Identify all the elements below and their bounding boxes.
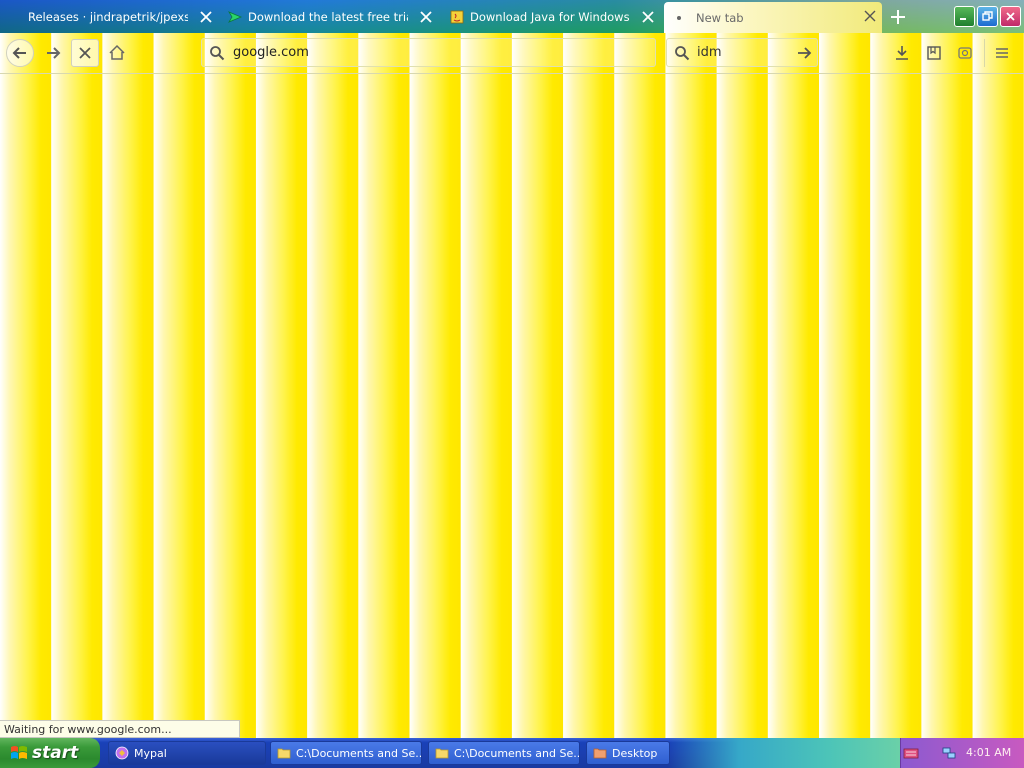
taskbar-item-label: Desktop	[612, 746, 658, 760]
taskbar: start Mypal C:\Documents and Se... C:\Do…	[0, 738, 1024, 768]
network-icon[interactable]	[941, 745, 957, 761]
close-icon[interactable]	[862, 8, 878, 24]
menu-icon	[996, 48, 1008, 58]
minimize-button[interactable]	[954, 6, 975, 27]
java-icon	[450, 10, 464, 24]
keyboard-icon[interactable]	[903, 745, 919, 761]
page-content	[0, 74, 1024, 738]
menu-button[interactable]	[992, 43, 1012, 63]
start-label: start	[32, 743, 79, 763]
extension-button[interactable]	[955, 43, 975, 63]
restore-button[interactable]	[977, 6, 998, 27]
plus-icon	[891, 10, 905, 24]
home-button[interactable]	[103, 39, 131, 67]
folder-icon	[277, 748, 291, 759]
browser-window: Releases · jindrapetrik/jpexs-decompiler…	[0, 0, 1024, 768]
taskbar-item-folder[interactable]: C:\Documents and Se...	[428, 741, 580, 765]
bookmarks-icon	[927, 46, 941, 60]
search-box[interactable]: idm	[666, 38, 818, 67]
clock: 4:01 AM	[966, 746, 1012, 759]
idm-icon	[228, 10, 242, 24]
taskbar-item-desktop[interactable]: Desktop	[586, 741, 670, 765]
folder-icon	[435, 748, 449, 759]
address-text[interactable]: google.com	[233, 45, 309, 60]
tab-title: Releases · jindrapetrik/jpexs-decompiler	[28, 10, 188, 24]
toolbar-separator	[984, 39, 985, 67]
search-icon	[209, 45, 225, 61]
search-icon	[674, 45, 690, 61]
download-button[interactable]	[892, 43, 912, 63]
stop-button[interactable]	[71, 39, 99, 67]
arrow-right-icon	[798, 47, 812, 59]
new-tab-button[interactable]	[887, 6, 909, 28]
tab-new-tab[interactable]: New tab	[664, 2, 882, 33]
tab-strip: Releases · jindrapetrik/jpexs-decompiler…	[0, 0, 1024, 33]
address-bar[interactable]: google.com	[201, 38, 656, 67]
tab-title: New tab	[696, 10, 744, 25]
close-icon[interactable]	[418, 9, 434, 25]
window-close-button[interactable]	[1000, 6, 1021, 27]
tab-title: Download the latest free trial version	[248, 10, 408, 24]
forward-button[interactable]	[39, 39, 67, 67]
search-query[interactable]: idm	[697, 45, 722, 60]
search-go-button[interactable]	[795, 44, 813, 62]
forward-icon	[47, 47, 61, 59]
taskbar-item-folder[interactable]: C:\Documents and Se...	[270, 741, 422, 765]
taskbar-item-label: C:\Documents and Se...	[454, 746, 580, 760]
stop-icon	[79, 47, 91, 59]
close-icon	[1006, 12, 1015, 21]
tab-releases[interactable]: Releases · jindrapetrik/jpexs-decompiler	[22, 3, 218, 31]
home-icon	[109, 44, 125, 60]
tab-title: Download Java for Windows	[470, 10, 630, 24]
back-icon	[12, 47, 26, 59]
mypal-icon	[115, 746, 129, 760]
tab-idm-download[interactable]: Download the latest free trial version	[222, 3, 438, 31]
extension-icon	[958, 47, 972, 59]
download-icon	[896, 46, 908, 60]
taskbar-item-mypal[interactable]: Mypal	[108, 741, 266, 765]
navigation-toolbar: google.com idm	[0, 33, 1024, 74]
taskbar-item-label: Mypal	[134, 746, 167, 760]
folder-icon	[593, 748, 607, 759]
status-bar: Waiting for www.google.com...	[0, 720, 240, 738]
tab-java-download[interactable]: Download Java for Windows	[444, 3, 660, 31]
loading-dot-icon	[670, 11, 684, 25]
bookmarks-button[interactable]	[924, 43, 944, 63]
taskbar-item-label: C:\Documents and Se...	[296, 746, 422, 760]
minimize-icon	[960, 18, 966, 20]
restore-icon	[982, 11, 993, 21]
back-button[interactable]	[6, 39, 34, 67]
close-icon[interactable]	[640, 9, 656, 25]
close-icon[interactable]	[198, 9, 214, 25]
start-button[interactable]: start	[0, 738, 100, 768]
windows-logo-icon	[11, 746, 27, 759]
